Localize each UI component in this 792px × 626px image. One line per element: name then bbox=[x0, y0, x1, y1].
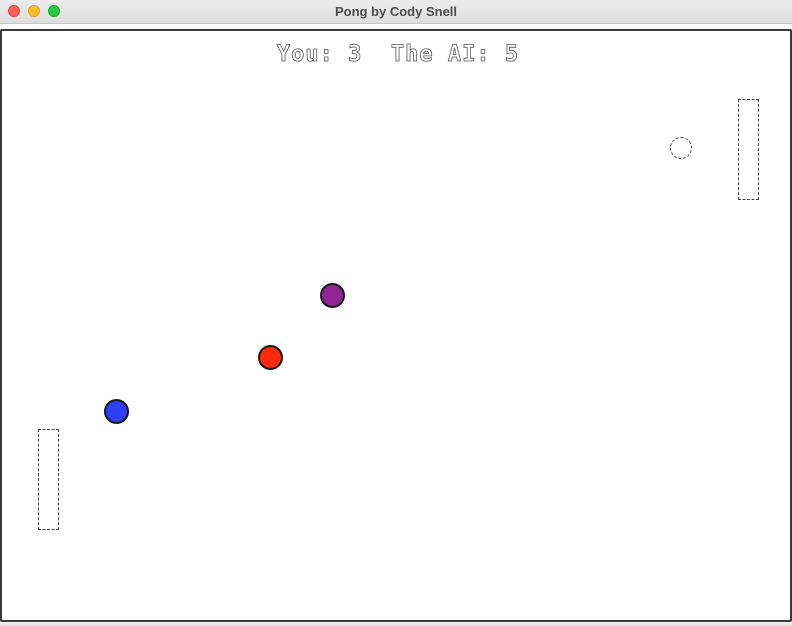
red-ball bbox=[258, 345, 283, 370]
game-canvas[interactable] bbox=[0, 29, 792, 622]
title-bar: Pong by Cody Snell bbox=[0, 0, 792, 24]
ai-paddle bbox=[738, 99, 759, 200]
game-window: Pong by Cody Snell You: 3 The AI: 5 bbox=[0, 0, 792, 626]
game-ball bbox=[670, 137, 692, 159]
scoreboard: You: 3 The AI: 5 bbox=[276, 42, 520, 68]
window-title: Pong by Cody Snell bbox=[334, 4, 458, 19]
player-paddle[interactable] bbox=[38, 429, 59, 530]
blue-ball bbox=[104, 399, 129, 424]
purple-ball bbox=[320, 283, 345, 308]
